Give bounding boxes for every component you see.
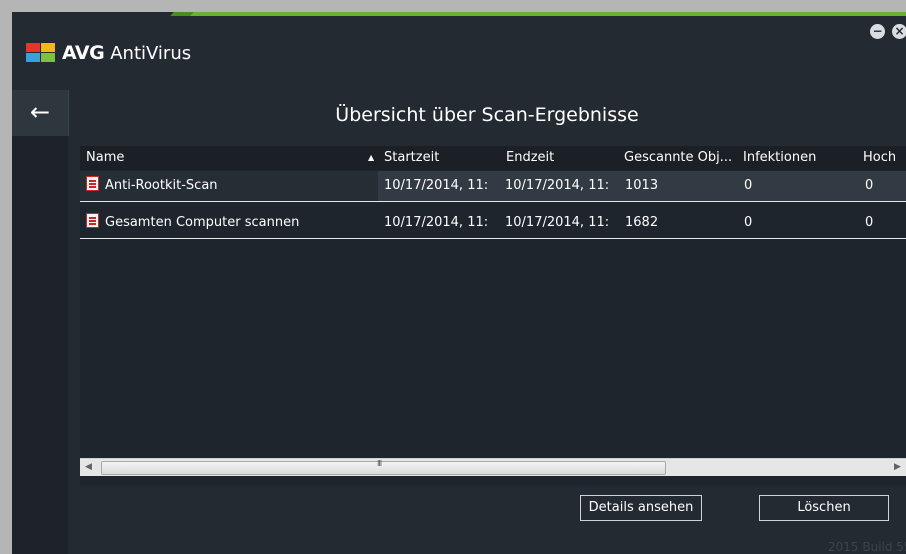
row-scanned: 1682 (625, 215, 659, 230)
top-accent-notch (170, 12, 194, 16)
product-name: AntiVirus (110, 42, 192, 64)
row-name-cell: Anti-Rootkit-Scan (86, 171, 376, 201)
delete-button[interactable]: Löschen (759, 495, 889, 521)
row-start: 10/17/2014, 11: (384, 215, 489, 230)
scan-report-icon (86, 213, 99, 228)
avg-logo-icon (26, 43, 56, 63)
brand-name: AVG (62, 42, 105, 64)
scan-report-icon (86, 176, 99, 191)
table-header: Name ▲ Startzeit Endzeit Gescannte Obj..… (80, 146, 906, 170)
sort-ascending-icon: ▲ (368, 153, 375, 162)
table-row[interactable]: Gesamten Computer scannen 10/17/2014, 11… (80, 208, 906, 239)
row-name: Gesamten Computer scannen (105, 215, 300, 230)
column-header-high[interactable]: Hoch (863, 146, 906, 170)
column-header-infections[interactable]: Infektionen (743, 146, 853, 170)
row-start: 10/17/2014, 11: (384, 178, 489, 193)
row-infections: 0 (744, 215, 753, 230)
table-row[interactable]: Anti-Rootkit-Scan 10/17/2014, 11: 10/17/… (80, 171, 906, 202)
column-header-end[interactable]: Endzeit (506, 146, 616, 170)
row-high: 0 (865, 178, 874, 193)
column-header-start[interactable]: Startzeit (384, 146, 498, 170)
row-name-cell: Gesamten Computer scannen (86, 208, 376, 238)
screenshot-frame: AVG AntiVirus − × ← Übersicht über Scan-… (0, 0, 906, 554)
close-button[interactable]: × (892, 24, 906, 39)
app-logo: AVG AntiVirus (26, 42, 191, 64)
back-arrow-icon: ← (29, 98, 51, 126)
scroll-left-icon[interactable]: ◀ (80, 459, 97, 476)
details-button[interactable]: Details ansehen (580, 495, 702, 521)
column-header-scanned[interactable]: Gescannte Obj... (624, 146, 740, 170)
column-header-name[interactable]: Name (86, 146, 366, 170)
left-sidebar (12, 90, 68, 554)
build-info: 2015 Build 5552 (828, 540, 906, 554)
app-window: AVG AntiVirus − × ← Übersicht über Scan-… (12, 12, 906, 554)
top-accent-bar (12, 12, 906, 16)
row-infections: 0 (744, 178, 753, 193)
scrollbar-grip-icon: III (377, 459, 382, 468)
back-button[interactable]: ← (12, 90, 69, 136)
page-title: Übersicht über Scan-Ergebnisse (335, 104, 639, 126)
scroll-right-icon[interactable]: ▶ (889, 459, 906, 476)
row-end: 10/17/2014, 11: (505, 178, 610, 193)
scrollbar-thumb[interactable]: III (101, 459, 666, 475)
minimize-button[interactable]: − (870, 24, 885, 39)
scan-results-table: Name ▲ Startzeit Endzeit Gescannte Obj..… (80, 146, 906, 486)
row-name: Anti-Rootkit-Scan (105, 178, 218, 193)
row-high: 0 (865, 215, 874, 230)
row-end: 10/17/2014, 11: (505, 215, 610, 230)
row-scanned: 1013 (625, 178, 659, 193)
horizontal-scrollbar[interactable]: ◀ III ▶ (80, 458, 906, 476)
